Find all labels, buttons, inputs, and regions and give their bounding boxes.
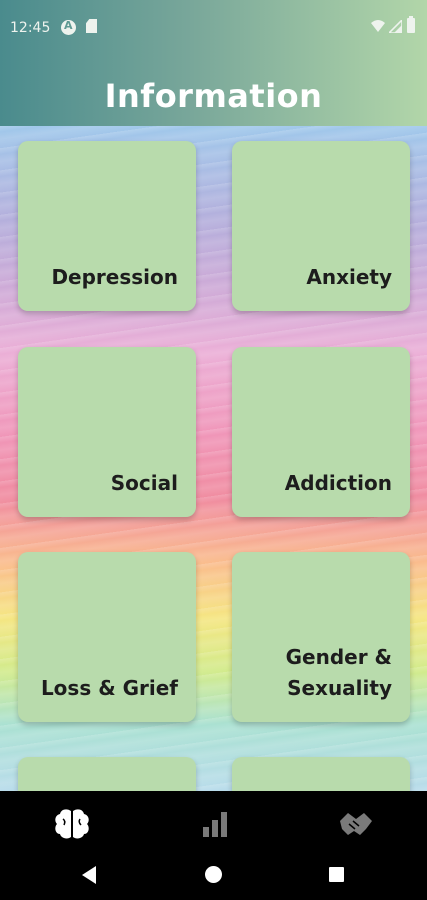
sd-card-icon <box>86 19 97 33</box>
brain-icon <box>55 809 89 839</box>
category-grid[interactable]: Depression Anxiety Social Addiction Loss… <box>0 126 427 791</box>
card-loss-grief[interactable]: Loss & Grief <box>18 552 196 722</box>
status-time: 12:45 <box>10 20 51 36</box>
card-addiction[interactable]: Addiction <box>232 347 410 517</box>
page-title: Information <box>104 77 323 115</box>
card-partial-right[interactable] <box>232 757 410 791</box>
app-header: 12:45 Information <box>0 0 427 126</box>
nav-information[interactable] <box>52 807 92 841</box>
card-anxiety[interactable]: Anxiety <box>232 141 410 311</box>
signal-icon <box>389 20 402 33</box>
card-label: Social <box>110 471 178 495</box>
battery-icon <box>407 16 415 33</box>
card-depression[interactable]: Depression <box>18 141 196 311</box>
card-label: Addiction <box>284 471 392 495</box>
card-label: Loss & Grief <box>40 676 178 700</box>
bottom-navigation <box>0 791 427 856</box>
app-notification-icon <box>61 19 76 35</box>
card-gender-sexuality[interactable]: Gender & Sexuality <box>232 552 410 722</box>
handshake-icon <box>340 813 372 835</box>
card-label: Depression <box>51 265 178 289</box>
recents-icon[interactable] <box>329 867 344 882</box>
card-social[interactable]: Social <box>18 347 196 517</box>
system-navigation-bar <box>0 856 427 900</box>
nav-support[interactable] <box>336 807 376 841</box>
card-partial-left[interactable] <box>18 757 196 791</box>
card-label: Anxiety <box>306 265 392 289</box>
status-bar: 12:45 <box>0 0 427 56</box>
card-label: Gender & Sexuality <box>285 645 392 700</box>
back-icon[interactable] <box>82 866 96 884</box>
nav-stats[interactable] <box>196 807 236 841</box>
bar-chart-icon <box>203 812 227 837</box>
wifi-icon <box>371 20 385 32</box>
home-icon[interactable] <box>205 866 222 883</box>
